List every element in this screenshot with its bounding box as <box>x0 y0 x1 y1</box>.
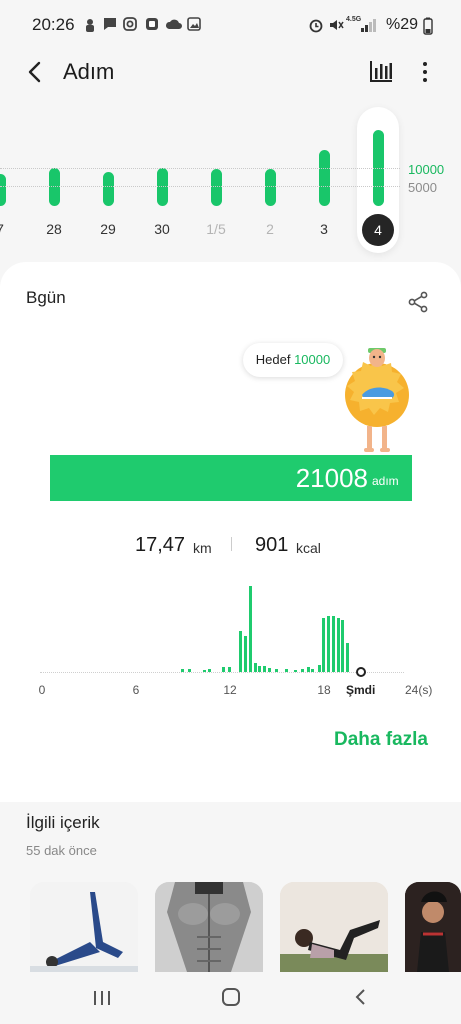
day-label[interactable]: 1/5 <box>196 221 236 237</box>
home-icon[interactable] <box>220 986 242 1008</box>
related-thumb-bridge-pose[interactable] <box>30 882 138 972</box>
goal-value: 10000 <box>294 352 331 367</box>
distance-value: 17,47 <box>135 534 186 556</box>
alarm-icon <box>309 19 323 33</box>
calories-value: 901 <box>255 534 289 556</box>
today-label: Bgün <box>26 288 66 307</box>
hourly-step-bar <box>341 620 344 672</box>
day-steps-bar[interactable] <box>49 168 60 206</box>
more-button[interactable]: Daha fazla <box>334 729 428 751</box>
hour-tick-label: 12 <box>223 683 237 697</box>
hourly-step-bar <box>332 616 335 672</box>
related-content-time: 55 dak önce <box>26 843 97 858</box>
status-bar: 20:26 4.5G %29 <box>0 0 461 52</box>
share-icon[interactable] <box>406 290 430 314</box>
related-thumb-chest[interactable] <box>155 882 263 972</box>
calories-unit: kcal <box>296 540 321 556</box>
distance-unit: km <box>193 540 212 556</box>
instagram-icon <box>123 17 137 31</box>
network-label: 4.5G <box>346 16 362 23</box>
related-thumb-crunch[interactable] <box>280 882 388 972</box>
day-steps-bar[interactable] <box>265 169 276 206</box>
steps-count: 21008 <box>295 463 368 493</box>
app-icon <box>146 18 158 30</box>
related-thumb-workout[interactable] <box>405 882 461 972</box>
hour-end-label: 24(s) <box>405 683 433 697</box>
message-icon <box>104 18 116 30</box>
day-label[interactable]: 2 <box>250 221 290 237</box>
battery-icon <box>423 17 433 35</box>
trends-chart-icon[interactable] <box>368 58 394 84</box>
hour-tick-label: 0 <box>38 683 46 697</box>
goal-label-low: 5000 <box>408 180 437 195</box>
hourly-step-bar <box>244 636 247 672</box>
goal-label-high: 10000 <box>408 162 445 177</box>
day-label[interactable]: 28 <box>34 221 74 237</box>
day-steps-bar[interactable] <box>103 172 114 206</box>
notification-icon <box>86 19 94 32</box>
day-label[interactable]: 3 <box>304 221 344 237</box>
week-steps-chart[interactable]: 7 28 29 30 1/5 23 4 <box>0 100 461 260</box>
now-label: Şmdi <box>346 683 376 697</box>
hourly-step-bar <box>322 618 325 672</box>
now-marker <box>356 667 366 677</box>
day-label[interactable]: 30 <box>142 221 182 237</box>
hourly-step-bar <box>318 665 321 672</box>
signal-icon <box>361 19 376 32</box>
back-nav-icon[interactable] <box>352 987 370 1007</box>
hour-tick-label: 18 <box>317 683 331 697</box>
muscle-torso-image <box>155 882 263 972</box>
cloud-icon <box>165 19 182 29</box>
day-steps-bar[interactable] <box>319 150 330 206</box>
hourly-step-bar <box>249 586 252 672</box>
steps-unit: adım <box>372 474 399 488</box>
selected-day-label[interactable]: 4 <box>362 214 394 246</box>
hourly-step-bar <box>239 631 242 672</box>
goal-bubble: Hedef 10000 <box>243 343 343 377</box>
yoga-figure-image <box>30 882 138 972</box>
recent-apps-icon[interactable] <box>92 988 112 1008</box>
back-icon[interactable] <box>22 58 50 86</box>
hourly-step-bar <box>254 663 257 672</box>
related-content-title: İlgili içerik <box>26 813 100 832</box>
hourly-step-bar <box>327 616 330 672</box>
crunch-exercise-image <box>280 882 388 972</box>
day-steps-bar[interactable] <box>157 168 168 206</box>
day-steps-bar[interactable] <box>211 169 222 206</box>
goal-prefix: Hedef <box>255 352 291 367</box>
day-steps-bar[interactable] <box>0 174 6 206</box>
day-label[interactable]: 29 <box>88 221 128 237</box>
hourly-baseline <box>40 672 404 673</box>
page-title: Adım <box>63 59 115 84</box>
hour-tick-label: 6 <box>132 683 140 697</box>
goal-line-low <box>0 186 400 187</box>
hourly-step-bar <box>346 643 349 672</box>
battery-percent: %29 <box>386 16 419 33</box>
status-time: 20:26 <box>32 15 75 34</box>
mute-icon <box>330 20 344 30</box>
hourly-step-bar <box>337 618 340 672</box>
stats-divider <box>231 537 232 551</box>
system-nav-bar <box>0 972 461 1024</box>
image-icon <box>187 17 201 31</box>
goal-line-high <box>0 168 400 169</box>
woman-workout-image <box>405 882 461 972</box>
achievement-mascot-icon <box>345 348 409 452</box>
more-options-icon[interactable] <box>414 58 436 86</box>
day-label[interactable]: 7 <box>0 221 20 237</box>
